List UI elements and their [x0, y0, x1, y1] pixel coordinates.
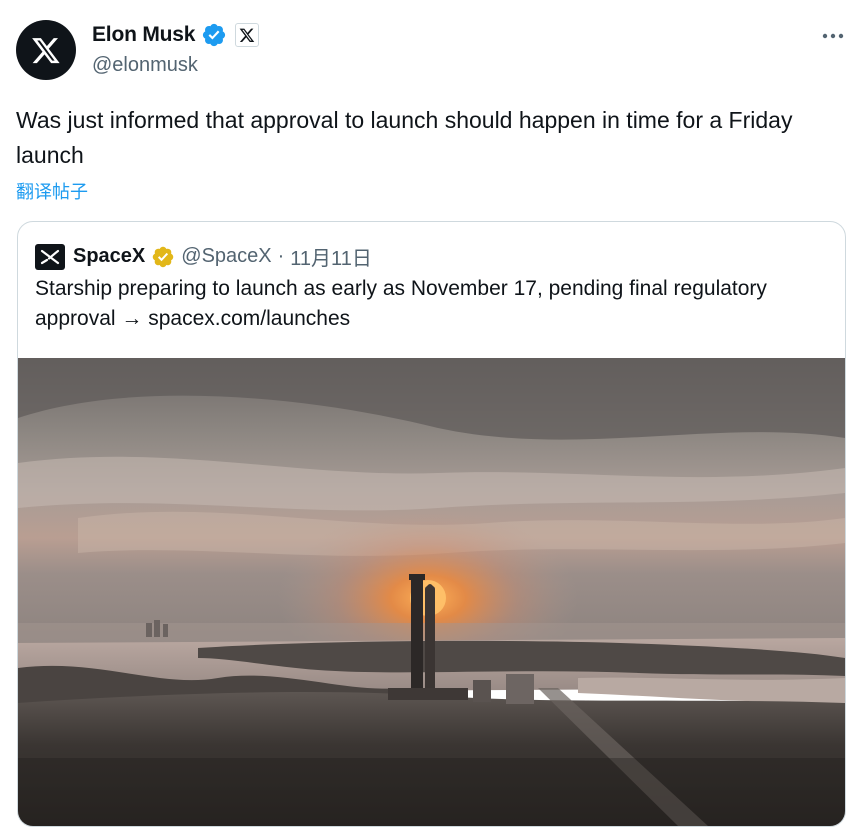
blue-check-icon: [203, 23, 226, 47]
tweet-page: Elon Musk @elonmusk Was just informed th…: [0, 0, 865, 835]
quoted-tweet-text: Starship preparing to launch as early as…: [35, 277, 767, 330]
quoted-display-name[interactable]: SpaceX: [73, 245, 145, 268]
spacex-avatar: [35, 243, 65, 270]
quoted-tweet-header: SpaceX @SpaceX · 11月11日: [35, 242, 372, 271]
author-avatar[interactable]: [16, 20, 76, 80]
spacex-logo-icon: [40, 249, 60, 264]
more-horizontal-icon: [822, 33, 844, 39]
tweet-text: Was just informed that approval to launc…: [16, 107, 793, 168]
author-name-row: Elon Musk: [92, 22, 260, 48]
quoted-date[interactable]: 11月11日: [290, 242, 372, 271]
affiliation-badge[interactable]: [235, 23, 260, 47]
x-logo-icon: [32, 38, 60, 64]
more-options-button[interactable]: [819, 24, 847, 48]
x-logo-icon: [239, 28, 255, 42]
translate-post-link[interactable]: 翻译帖子: [16, 178, 88, 204]
starship-launch-photo[interactable]: [18, 358, 845, 826]
quoted-tweet-card[interactable]: SpaceX @SpaceX · 11月11日 Starship prepari…: [17, 221, 846, 827]
author-handle[interactable]: @elonmusk: [92, 54, 198, 77]
author-display-name[interactable]: Elon Musk: [92, 23, 195, 47]
gold-check-icon: [153, 246, 174, 267]
quoted-handle[interactable]: @SpaceX: [181, 245, 271, 268]
quoted-separator: ·: [277, 245, 285, 267]
